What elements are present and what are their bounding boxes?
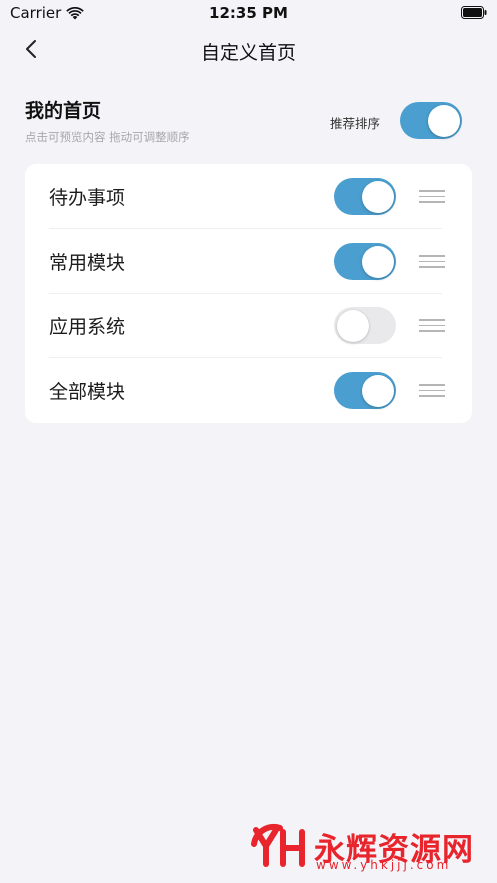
module-toggle-common[interactable] bbox=[334, 243, 396, 280]
module-label: 待办事项 bbox=[49, 187, 126, 209]
toggle-knob bbox=[336, 309, 369, 342]
watermark-url: www.yhkjjj.com bbox=[316, 858, 452, 872]
watermark-logo-icon bbox=[251, 824, 305, 867]
toggle-knob bbox=[361, 180, 394, 213]
module-toggle-todo[interactable] bbox=[334, 178, 396, 215]
navigation-bar: 自定义首页 bbox=[0, 28, 497, 72]
module-toggle-apps[interactable] bbox=[334, 307, 396, 344]
drag-handle-icon[interactable] bbox=[419, 319, 445, 333]
home-section-header: 我的首页 点击可预览内容 拖动可调整顺序 推荐排序 bbox=[25, 96, 472, 146]
battery-icon bbox=[461, 6, 487, 19]
module-row-apps[interactable]: 应用系统 bbox=[25, 293, 472, 358]
module-label: 常用模块 bbox=[49, 252, 126, 274]
module-row-all[interactable]: 全部模块 bbox=[25, 358, 472, 423]
module-row-todo[interactable]: 待办事项 bbox=[25, 164, 472, 229]
recommended-sort-toggle[interactable] bbox=[400, 102, 462, 139]
module-label: 应用系统 bbox=[49, 316, 126, 338]
status-time: 12:35 PM bbox=[209, 4, 288, 22]
module-toggle-all[interactable] bbox=[334, 372, 396, 409]
toggle-knob bbox=[427, 104, 460, 137]
modules-card: 待办事项 常用模块 应用系统 全部模块 bbox=[25, 164, 472, 423]
page-title: 自定义首页 bbox=[200, 42, 296, 64]
module-label: 全部模块 bbox=[49, 381, 126, 403]
status-bar: Carrier 12:35 PM bbox=[0, 0, 497, 28]
toggle-knob bbox=[361, 374, 394, 407]
recommended-sort-label: 推荐排序 bbox=[329, 116, 380, 131]
watermark: 永辉资源网 www.yhkjjj.com bbox=[250, 818, 480, 878]
drag-handle-icon[interactable] bbox=[419, 384, 445, 398]
drag-handle-icon[interactable] bbox=[419, 255, 445, 269]
toggle-knob bbox=[361, 245, 394, 278]
drag-handle-icon[interactable] bbox=[419, 190, 445, 204]
module-row-common[interactable]: 常用模块 bbox=[25, 229, 472, 294]
